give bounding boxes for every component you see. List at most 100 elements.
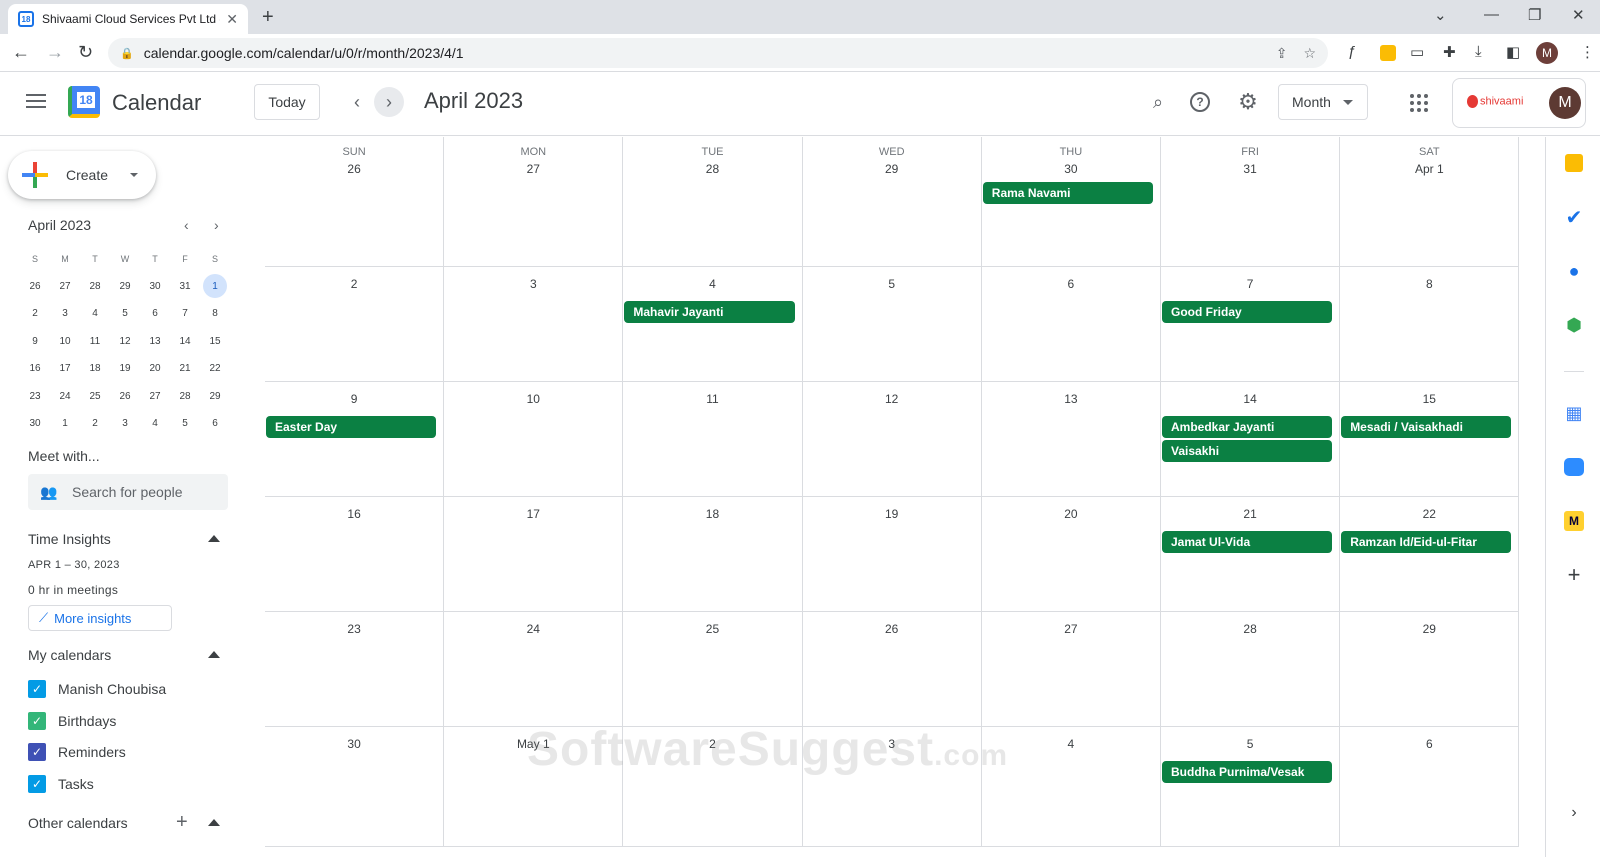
day-cell[interactable]: 4 — [623, 267, 803, 382]
mini-day[interactable]: 28 — [170, 383, 200, 411]
day-cell[interactable]: SUN 26 — [265, 137, 445, 267]
get-addons-plus-icon[interactable]: + — [1564, 562, 1584, 587]
miro-icon[interactable]: M — [1564, 511, 1584, 531]
day-number[interactable]: 17 — [444, 507, 622, 521]
day-number[interactable]: 16 — [265, 507, 443, 521]
main-menu-icon[interactable] — [26, 94, 46, 112]
day-number[interactable]: 5 — [1161, 737, 1339, 751]
bookmark-star-icon[interactable]: ☆ — [1303, 45, 1316, 62]
day-cell[interactable]: 23 — [265, 612, 445, 727]
day-number[interactable]: 26 — [265, 162, 443, 176]
account-switcher[interactable]: shivaami M — [1452, 78, 1586, 128]
calendar-item[interactable]: ✓ Manish Choubisa — [28, 680, 166, 698]
keep-icon[interactable] — [1565, 154, 1583, 172]
previous-month-icon[interactable]: ‹ — [342, 87, 372, 117]
mini-day[interactable]: 24 — [50, 383, 80, 411]
keep-extension-icon[interactable] — [1380, 45, 1396, 61]
mini-day[interactable]: 4 — [140, 410, 170, 438]
day-cell[interactable]: 19 — [802, 497, 982, 612]
help-icon[interactable]: ? — [1190, 92, 1210, 112]
day-cell[interactable]: 13 — [981, 382, 1161, 497]
back-icon[interactable]: ← — [12, 42, 30, 63]
browser-profile-avatar[interactable]: M — [1536, 42, 1558, 64]
mini-day[interactable]: 29 — [200, 383, 230, 411]
side-panel-icon[interactable]: ◧ — [1506, 43, 1520, 61]
forward-icon[interactable]: → — [46, 42, 64, 63]
day-cell[interactable]: 16 — [265, 497, 445, 612]
day-cell[interactable]: WED 29 — [802, 137, 982, 267]
mini-day[interactable]: 2 — [20, 300, 50, 328]
day-cell[interactable]: 5 — [802, 267, 982, 382]
other-calendars-heading[interactable]: Other calendars — [28, 815, 128, 831]
mini-day[interactable]: 1 — [200, 273, 230, 301]
event-chip[interactable]: Mesadi / Vaisakhadi — [1341, 416, 1512, 438]
new-tab-icon[interactable]: + — [262, 6, 274, 29]
day-cell[interactable]: 25 — [623, 612, 803, 727]
day-cell[interactable]: 6 — [981, 267, 1161, 382]
day-cell[interactable]: 4 — [981, 727, 1161, 847]
mini-day[interactable]: 31 — [170, 273, 200, 301]
day-cell[interactable]: 9 — [265, 382, 445, 497]
account-avatar[interactable]: M — [1549, 87, 1581, 119]
mini-day[interactable]: 23 — [20, 383, 50, 411]
day-cell[interactable]: 2 — [265, 267, 445, 382]
day-cell[interactable]: 28 — [1161, 612, 1341, 727]
search-people-input[interactable]: 👥 Search for people — [28, 474, 228, 510]
day-number[interactable]: 6 — [982, 277, 1160, 291]
day-number[interactable]: 22 — [1340, 507, 1518, 521]
close-tab-icon[interactable]: ✕ — [226, 11, 238, 28]
day-cell[interactable]: 26 — [802, 612, 982, 727]
minimize-icon[interactable]: — — [1484, 6, 1499, 23]
mini-day[interactable]: 30 — [20, 410, 50, 438]
event-chip[interactable]: Jamat Ul-Vida — [1162, 531, 1333, 553]
collapse-my-calendars-icon[interactable] — [208, 651, 220, 658]
day-number[interactable]: 13 — [982, 392, 1160, 406]
event-chip[interactable]: Ambedkar Jayanti — [1162, 416, 1333, 438]
event-chip[interactable]: Rama Navami — [982, 182, 1153, 204]
search-icon[interactable]: ⌕ — [1146, 90, 1170, 114]
day-number[interactable]: 2 — [265, 277, 443, 291]
event-chip[interactable]: Ramzan Id/Eid-ul-Fitar — [1341, 531, 1512, 553]
mini-day[interactable]: 19 — [110, 355, 140, 383]
contacts-icon[interactable]: ● — [1564, 261, 1584, 281]
add-calendar-icon[interactable]: + — [176, 811, 188, 834]
share-icon[interactable]: ⇪ — [1276, 45, 1288, 62]
day-cell[interactable]: 22 — [1340, 497, 1520, 612]
day-number[interactable]: 7 — [1161, 277, 1339, 291]
mini-day[interactable]: 28 — [80, 273, 110, 301]
my-calendars-heading[interactable]: My calendars — [28, 647, 111, 663]
day-number[interactable]: 5 — [803, 277, 981, 291]
day-cell[interactable]: 7 — [1161, 267, 1341, 382]
day-number[interactable]: 29 — [1340, 622, 1518, 636]
tasks-icon[interactable]: ✔ — [1564, 207, 1584, 229]
browser-menu-icon[interactable]: ⋮ — [1580, 43, 1595, 61]
mini-day[interactable]: 15 — [200, 328, 230, 356]
calendar-item[interactable]: ✓ Birthdays — [28, 711, 116, 730]
event-chip[interactable]: Easter Day — [266, 416, 437, 438]
day-number[interactable]: 19 — [803, 507, 981, 521]
mini-day[interactable]: 14 — [170, 328, 200, 356]
mini-day[interactable]: 29 — [110, 273, 140, 301]
mini-day[interactable]: 1 — [50, 410, 80, 438]
mini-day[interactable]: 8 — [200, 300, 230, 328]
day-cell[interactable]: 27 — [981, 612, 1161, 727]
day-number[interactable]: 30 — [265, 737, 443, 751]
day-number[interactable]: Apr 1 — [1340, 162, 1518, 176]
day-cell[interactable]: 6 — [1340, 727, 1520, 847]
day-cell[interactable]: 21 — [1161, 497, 1341, 612]
mini-day[interactable]: 3 — [50, 300, 80, 328]
mini-day[interactable]: 25 — [80, 383, 110, 411]
day-cell[interactable]: 15 — [1340, 382, 1520, 497]
settings-gear-icon[interactable]: ⚙ — [1236, 89, 1260, 114]
zoom-icon[interactable] — [1564, 458, 1584, 476]
calendar-item[interactable]: ✓ Tasks — [28, 774, 94, 793]
day-number[interactable]: 9 — [265, 392, 443, 406]
day-number[interactable]: 23 — [265, 622, 443, 636]
event-chip[interactable]: Mahavir Jayanti — [624, 301, 795, 323]
mini-day[interactable]: 27 — [50, 273, 80, 301]
event-chip[interactable]: Good Friday — [1162, 301, 1333, 323]
day-number[interactable]: 30 — [982, 162, 1160, 176]
day-cell[interactable]: 17 — [444, 497, 624, 612]
download-icon[interactable]: ⤓ — [1475, 43, 1482, 60]
mini-day[interactable]: 11 — [80, 328, 110, 356]
